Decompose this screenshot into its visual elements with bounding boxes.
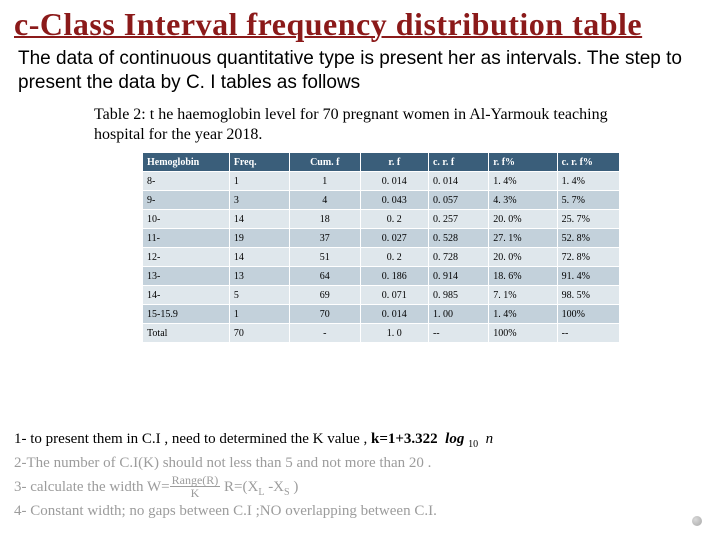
col-rfp: r. f% [489,153,557,172]
steps-block: 1- to present them in C.I , need to dete… [14,428,694,522]
step-3: 3- calculate the width W=Range(R)K R=(XL… [14,475,694,500]
table-caption: Table 2: t he haemoglobin level for 70 p… [94,105,646,147]
step-1: 1- to present them in C.I , need to dete… [14,428,694,452]
table-row: 12-14510. 20. 72820. 0%72. 8% [143,248,620,267]
intro-paragraph: The data of continuous quantitative type… [18,47,702,95]
fraction-icon: Range(R)K [170,474,221,499]
table-row: 14-5690. 0710. 9857. 1%98. 5% [143,286,620,305]
table-row: 10-14180. 20. 25720. 0%25. 7% [143,210,620,229]
col-hemoglobin: Hemoglobin [143,153,230,172]
col-freq: Freq. [229,153,289,172]
slide: c-Class Interval frequency distribution … [0,0,720,540]
col-rf: r. f [360,153,428,172]
step-4: 4- Constant width; no gaps between C.I ;… [14,500,694,523]
step-2: 2-The number of C.I(K) should not less t… [14,452,694,475]
table-row: 15-15.91700. 0141. 001. 4%100% [143,305,620,324]
table-row: 13-13640. 1860. 91418. 6%91. 4% [143,267,620,286]
table-row: 11-19370. 0270. 52827. 1%52. 8% [143,229,620,248]
table-header-row: Hemoglobin Freq. Cum. f r. f c. r. f r. … [143,153,620,172]
frequency-table: Hemoglobin Freq. Cum. f r. f c. r. f r. … [142,152,620,343]
col-crf: c. r. f [428,153,488,172]
col-cumf: Cum. f [290,153,360,172]
table-row: Total70-1. 0--100%-- [143,324,620,343]
slide-title: c-Class Interval frequency distribution … [14,6,706,43]
table-row: 8-110. 0140. 0141. 4%1. 4% [143,172,620,191]
col-crfp: c. r. f% [557,153,619,172]
page-indicator-icon [692,516,702,526]
table-row: 9-340. 0430. 0574. 3%5. 7% [143,191,620,210]
table-body: 8-110. 0140. 0141. 4%1. 4% 9-340. 0430. … [143,172,620,343]
